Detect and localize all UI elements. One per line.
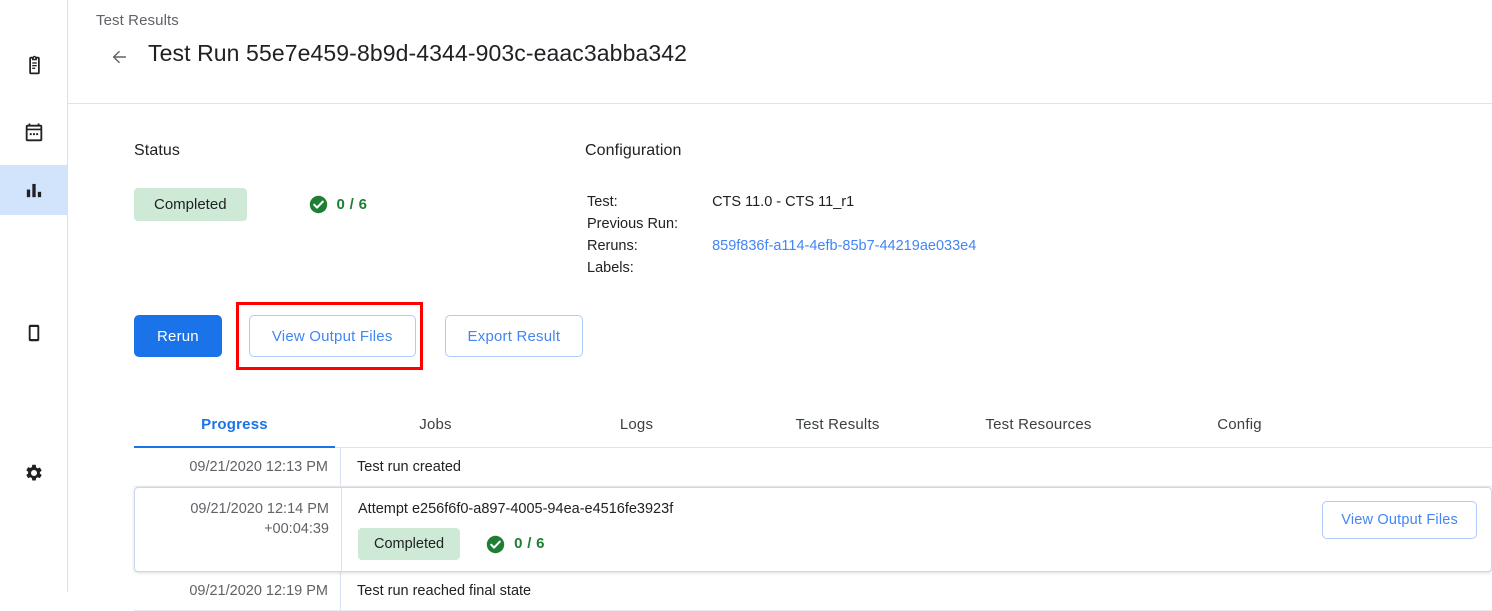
sidebar-item-settings[interactable] <box>0 448 68 498</box>
tab-test-resources[interactable]: Test Resources <box>938 400 1139 448</box>
row-timestamp: 09/21/2020 12:14 PM +00:04:39 <box>135 488 341 548</box>
attempt-count-text: 0 / 6 <box>514 534 545 554</box>
tab-logs[interactable]: Logs <box>536 400 737 448</box>
row-timestamp-text: 09/21/2020 12:14 PM <box>190 501 329 517</box>
row-message: Attempt e256f6f0-a897-4005-94ea-e4516fe3… <box>341 488 1491 571</box>
calendar-icon <box>23 122 45 144</box>
sidebar-item-test-results[interactable] <box>0 165 68 215</box>
view-output-files-button[interactable]: View Output Files <box>249 315 416 357</box>
config-row-previous-run: Previous Run: <box>587 214 976 234</box>
smartphone-icon <box>25 321 43 345</box>
reruns-link[interactable]: 859f836f-a114-4efb-85b7-44219ae033e4 <box>712 236 976 256</box>
attempt-details: Attempt e256f6f0-a897-4005-94ea-e4516fe3… <box>358 499 673 560</box>
tab-jobs[interactable]: Jobs <box>335 400 536 448</box>
tab-config[interactable]: Config <box>1139 400 1340 448</box>
sidebar-item-test-suites[interactable] <box>0 40 68 90</box>
arrow-left-icon <box>107 47 132 67</box>
check-circle-icon <box>486 535 505 554</box>
page-title: Test Run 55e7e459-8b9d-4344-903c-eaac3ab… <box>148 40 687 67</box>
config-value <box>712 258 976 278</box>
config-key: Test: <box>587 192 710 212</box>
bar-chart-icon <box>23 179 45 201</box>
sidebar <box>0 0 68 592</box>
attempt-status: Completed 0 / 6 <box>358 528 673 560</box>
status-count: 0 / 6 <box>309 195 368 214</box>
status-badge: Completed <box>134 188 247 221</box>
attempt-count: 0 / 6 <box>486 534 545 554</box>
page-header: Test Results Test Run 55e7e459-8b9d-4344… <box>68 0 1492 104</box>
attempt-status-badge: Completed <box>358 528 460 560</box>
config-value: CTS 11.0 - CTS 11_r1 <box>712 192 976 212</box>
clipboard-icon <box>24 54 45 77</box>
status-count-text: 0 / 6 <box>337 196 368 213</box>
breadcrumb[interactable]: Test Results <box>96 12 179 29</box>
configuration-section-label: Configuration <box>585 142 681 160</box>
configuration-table: Test: CTS 11.0 - CTS 11_r1 Previous Run:… <box>585 190 978 280</box>
progress-list: 09/21/2020 12:13 PM Test run created 09/… <box>134 448 1492 611</box>
sidebar-item-devices[interactable] <box>0 308 68 358</box>
back-button[interactable] <box>104 42 134 72</box>
row-timestamp-text: 09/21/2020 12:13 PM <box>189 459 328 475</box>
table-row[interactable]: 09/21/2020 12:14 PM +00:04:39 Attempt e2… <box>134 487 1492 572</box>
status-section-label: Status <box>134 142 180 160</box>
row-timestamp: 09/21/2020 12:19 PM <box>134 572 340 610</box>
export-result-button[interactable]: Export Result <box>445 315 584 357</box>
gear-icon <box>23 462 45 484</box>
action-buttons: Rerun View Output Files Export Result <box>134 315 583 357</box>
row-message: Test run created <box>340 448 1492 486</box>
attempt-title: Attempt e256f6f0-a897-4005-94ea-e4516fe3… <box>358 499 673 519</box>
status-summary: Completed 0 / 6 <box>134 188 367 221</box>
row-timestamp: 09/21/2020 12:13 PM <box>134 448 340 486</box>
sidebar-item-test-plans[interactable] <box>0 108 68 158</box>
config-row-reruns: Reruns: 859f836f-a114-4efb-85b7-44219ae0… <box>587 236 976 256</box>
row-message: Test run reached final state <box>340 572 1492 610</box>
tab-test-results[interactable]: Test Results <box>737 400 938 448</box>
main-content: Status Completed 0 / 6 Configuration Tes… <box>68 104 1492 592</box>
table-row: 09/21/2020 12:13 PM Test run created <box>134 448 1492 487</box>
tab-progress[interactable]: Progress <box>134 400 335 448</box>
row-duration: +00:04:39 <box>135 519 329 539</box>
check-circle-icon <box>309 195 328 214</box>
config-key: Previous Run: <box>587 214 710 234</box>
config-key: Labels: <box>587 258 710 278</box>
tab-bar: Progress Jobs Logs Test Results Test Res… <box>134 400 1492 448</box>
config-value <box>712 214 976 234</box>
config-row-test: Test: CTS 11.0 - CTS 11_r1 <box>587 192 976 212</box>
row-view-output-files-button[interactable]: View Output Files <box>1322 501 1477 539</box>
config-key: Reruns: <box>587 236 710 256</box>
config-row-labels: Labels: <box>587 258 976 278</box>
rerun-button[interactable]: Rerun <box>134 315 222 357</box>
row-timestamp-text: 09/21/2020 12:19 PM <box>189 583 328 599</box>
